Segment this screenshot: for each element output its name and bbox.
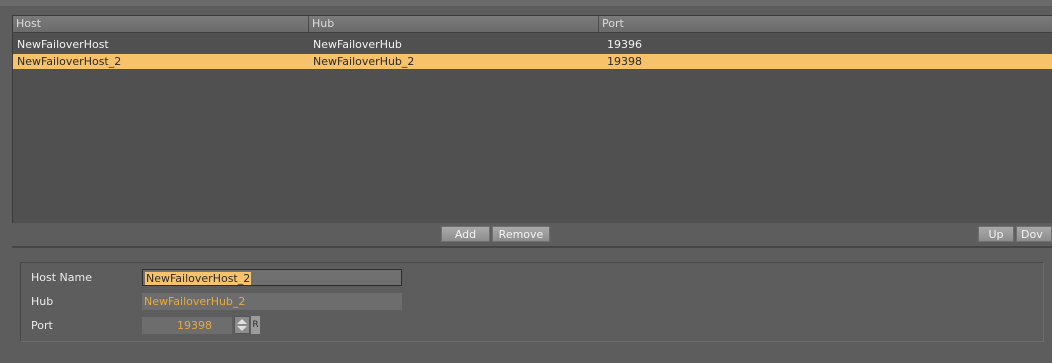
table-row[interactable]: NewFailoverHost NewFailoverHub 19396 — [13, 38, 1052, 51]
column-header-hub[interactable]: Hub — [309, 16, 599, 32]
cell-port: 19396 — [607, 38, 642, 51]
cell-port: 19398 — [607, 55, 642, 68]
hub-input[interactable]: NewFailoverHub_2 — [142, 293, 402, 310]
table-header: Host Hub Port — [13, 16, 1052, 33]
cell-hub: NewFailoverHub_2 — [313, 55, 415, 68]
remove-button[interactable]: Remove — [492, 226, 550, 242]
table-row-selected[interactable]: NewFailoverHost_2 NewFailoverHub_2 19398 — [13, 54, 1052, 69]
up-button[interactable]: Up — [978, 226, 1014, 242]
hub-label: Hub — [31, 295, 54, 308]
failover-host-table[interactable]: Host Hub Port NewFailoverHost NewFailove… — [12, 15, 1052, 223]
port-spinner[interactable] — [234, 316, 250, 334]
add-button[interactable]: Add — [441, 226, 490, 242]
host-name-value: NewFailoverHost_2 — [145, 272, 252, 285]
column-header-host[interactable]: Host — [13, 16, 309, 32]
spinner-arrows-icon — [237, 319, 247, 331]
host-name-input[interactable]: NewFailoverHost_2 — [142, 269, 402, 286]
host-details-panel: Host Name NewFailoverHost_2 Hub NewFailo… — [20, 262, 1044, 342]
host-name-label: Host Name — [31, 271, 92, 284]
panel-top-edge — [0, 0, 1052, 6]
column-header-port[interactable]: Port — [599, 16, 1052, 32]
cell-hub: NewFailoverHub — [313, 38, 402, 51]
cell-host: NewFailoverHost — [17, 38, 109, 51]
port-input[interactable]: 19398 — [142, 317, 232, 334]
port-reset-button[interactable]: R — [251, 316, 260, 334]
section-divider — [12, 246, 1052, 248]
cell-host: NewFailoverHost_2 — [17, 55, 122, 68]
port-label: Port — [31, 319, 53, 332]
down-button[interactable]: Dov — [1016, 226, 1052, 242]
